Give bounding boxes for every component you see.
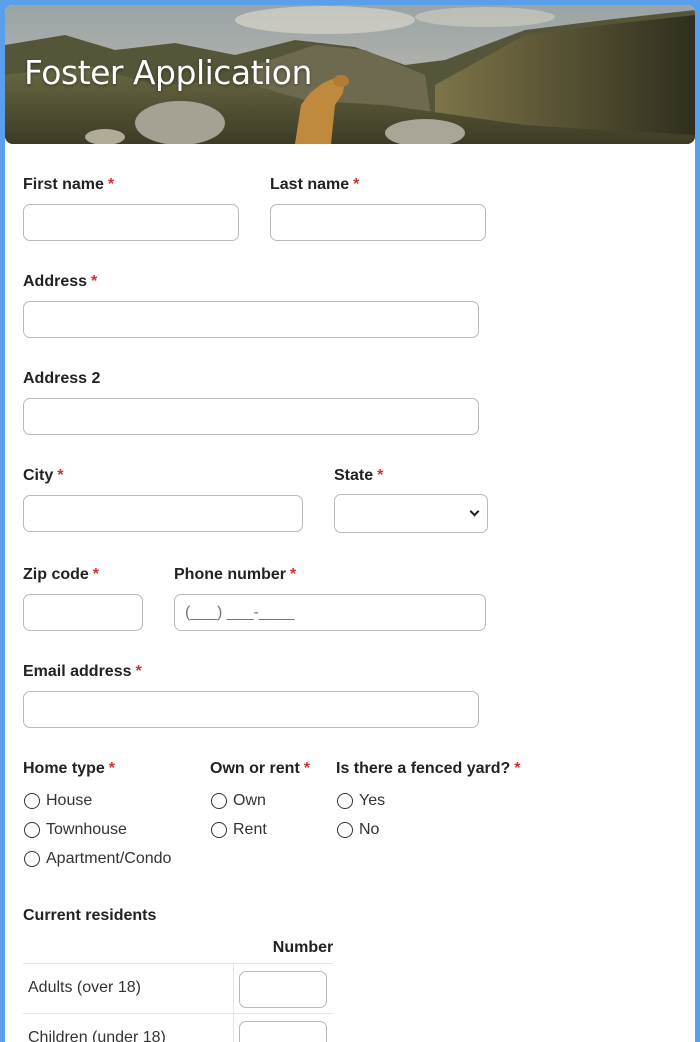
required-asterisk: * xyxy=(92,566,100,583)
residents-row-children: Children (under 18) xyxy=(23,1013,333,1042)
children-number-input[interactable] xyxy=(239,1021,327,1042)
address-input[interactable] xyxy=(23,301,479,338)
email-label: Email address * xyxy=(23,663,142,680)
own-rent-option-rent[interactable]: Rent xyxy=(211,821,267,839)
form-title: Foster Application xyxy=(24,53,312,92)
radio-circle[interactable] xyxy=(337,822,353,838)
required-asterisk: * xyxy=(290,566,297,583)
phone-input[interactable] xyxy=(174,594,486,631)
city-input[interactable] xyxy=(23,495,303,532)
required-asterisk: * xyxy=(514,760,521,777)
residents-row-label: Adults (over 18) xyxy=(28,979,141,996)
required-asterisk: * xyxy=(57,467,64,484)
address2-label: Address 2 xyxy=(23,370,101,387)
form-container: Foster Application First name * Last name… xyxy=(5,5,695,1042)
address2-input[interactable] xyxy=(23,398,479,435)
required-asterisk: * xyxy=(377,467,384,484)
radio-circle[interactable] xyxy=(337,793,353,809)
residents-row-adults: Adults (over 18) xyxy=(23,963,333,1014)
required-asterisk: * xyxy=(303,760,311,777)
state-label: State * xyxy=(334,467,384,484)
last-name-label: Last name * xyxy=(270,176,360,193)
state-select[interactable] xyxy=(334,494,488,533)
required-asterisk: * xyxy=(108,760,116,777)
zip-label: Zip code * xyxy=(23,566,100,583)
header-banner: Foster Application xyxy=(5,5,695,144)
fenced-yard-option-no[interactable]: No xyxy=(337,821,379,839)
first-name-input[interactable] xyxy=(23,204,239,241)
current-residents-label: Current residents xyxy=(23,907,157,924)
required-asterisk: * xyxy=(353,176,360,193)
radio-circle[interactable] xyxy=(24,822,40,838)
radio-circle[interactable] xyxy=(211,793,227,809)
last-name-input[interactable] xyxy=(270,204,486,241)
first-name-label: First name * xyxy=(23,176,115,193)
residents-row-label: Children (under 18) xyxy=(28,1029,166,1042)
city-label: City * xyxy=(23,467,64,484)
home-type-option-apartment[interactable]: Apartment/Condo xyxy=(24,850,171,868)
required-asterisk: * xyxy=(107,176,115,193)
fenced-yard-label: Is there a fenced yard? * xyxy=(336,760,521,777)
radio-circle[interactable] xyxy=(24,851,40,867)
home-type-label: Home type * xyxy=(23,760,116,777)
radio-circle[interactable] xyxy=(211,822,227,838)
own-rent-label: Own or rent * xyxy=(210,760,311,777)
residents-column-header: Number xyxy=(272,939,334,956)
required-asterisk: * xyxy=(91,273,98,290)
fenced-yard-option-yes[interactable]: Yes xyxy=(337,792,385,810)
home-type-option-house[interactable]: House xyxy=(24,792,92,810)
adults-number-input[interactable] xyxy=(239,971,327,1008)
cell-divider xyxy=(233,1014,234,1042)
radio-circle[interactable] xyxy=(24,793,40,809)
email-input[interactable] xyxy=(23,691,479,728)
address-label: Address * xyxy=(23,273,98,290)
zip-input[interactable] xyxy=(23,594,143,631)
home-type-option-townhouse[interactable]: Townhouse xyxy=(24,821,127,839)
own-rent-option-own[interactable]: Own xyxy=(211,792,266,810)
required-asterisk: * xyxy=(135,663,142,680)
chevron-down-icon xyxy=(469,506,480,517)
phone-label: Phone number * xyxy=(174,566,297,583)
cell-divider xyxy=(233,964,234,1014)
